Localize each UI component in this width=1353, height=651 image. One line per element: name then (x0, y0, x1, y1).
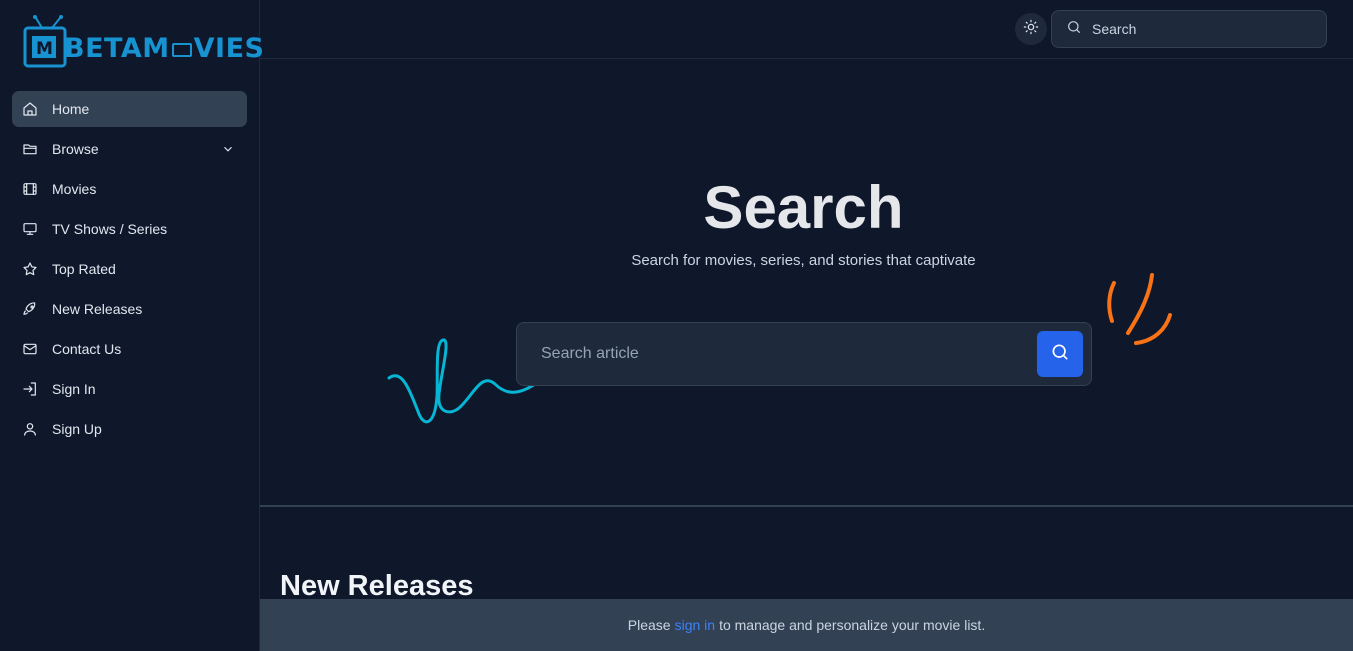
sign-in-link[interactable]: sign in (675, 617, 715, 633)
theme-toggle-button[interactable] (1015, 13, 1047, 45)
tv-logo-icon: M (23, 15, 67, 68)
search-icon (1050, 342, 1070, 367)
page-title: Search (703, 174, 904, 241)
sidebar-item-sign-up[interactable]: Sign Up (12, 411, 247, 447)
mail-icon (22, 341, 38, 357)
sidebar-item-sign-in[interactable]: Sign In (12, 371, 247, 407)
star-icon (22, 261, 38, 277)
sidebar-item-label: Movies (52, 181, 97, 197)
sidebar-item-new-releases[interactable]: New Releases (12, 291, 247, 327)
sidebar-item-tv-shows[interactable]: TV Shows / Series (12, 211, 247, 247)
sidebar-item-label: Browse (52, 141, 99, 157)
rocket-icon (22, 301, 38, 317)
sidebar: M BETAM VIES Home Browse Movies TV Shows … (0, 0, 264, 651)
sidebar-item-label: TV Shows / Series (52, 221, 168, 237)
sidebar-item-label: Sign In (52, 381, 96, 397)
search-icon (1066, 19, 1092, 40)
sun-icon (1023, 19, 1039, 40)
sidebar-item-label: Contact Us (52, 341, 122, 357)
sidebar-item-label: Home (52, 101, 90, 117)
top-bar (260, 0, 1353, 59)
sidebar-nav: Home Browse Movies TV Shows / Series Top… (12, 91, 247, 451)
banner-text-suffix: to manage and personalize your movie lis… (719, 617, 986, 633)
sidebar-item-home[interactable]: Home (12, 91, 247, 127)
page-subtitle: Search for movies, series, and stories t… (631, 252, 976, 269)
camera-icon (171, 42, 192, 57)
home-icon (22, 101, 38, 117)
folder-icon (22, 141, 38, 157)
banner-text-prefix: Please (627, 617, 671, 633)
main-search-box[interactable] (516, 322, 1092, 386)
sidebar-item-label: Sign Up (52, 421, 102, 437)
article-search-input[interactable] (541, 345, 1021, 363)
sidebar-item-label: Top Rated (52, 261, 116, 277)
header-search-input[interactable] (1092, 21, 1312, 37)
sidebar-item-contact[interactable]: Contact Us (12, 331, 247, 367)
sidebar-item-browse[interactable]: Browse (12, 131, 247, 167)
sidebar-item-top-rated[interactable]: Top Rated (12, 251, 247, 287)
brand-wordmark: BETAM VIES (64, 33, 265, 64)
decorative-sparks (1107, 273, 1172, 345)
film-icon (22, 181, 38, 197)
chevron-down-icon[interactable] (221, 142, 235, 156)
sidebar-item-movies[interactable]: Movies (12, 171, 247, 207)
sidebar-item-label: New Releases (52, 301, 143, 317)
search-hero: Search Search for movies, series, and st… (260, 59, 1353, 507)
svg-text:M: M (36, 39, 53, 59)
header-search-box[interactable] (1051, 10, 1327, 48)
search-submit-button[interactable] (1037, 331, 1083, 377)
sign-in-banner: Please sign in to manage and personalize… (260, 599, 1353, 651)
brand-logo[interactable]: M BETAM VIES (22, 14, 264, 72)
sign-in-icon (22, 381, 38, 397)
monitor-icon (22, 221, 38, 237)
user-icon (22, 421, 38, 437)
